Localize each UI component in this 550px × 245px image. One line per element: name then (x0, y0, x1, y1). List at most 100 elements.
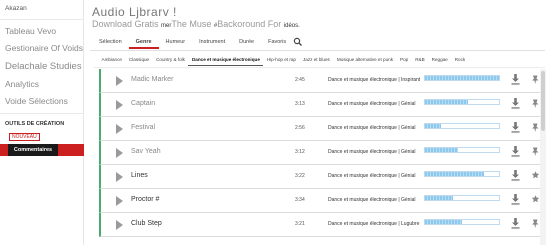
genre-ambiance[interactable]: Ambiance (98, 54, 125, 66)
page-title: Audio Ljbrarv ! (92, 5, 177, 19)
play-icon[interactable] (116, 100, 123, 110)
scrollbar-thumb[interactable] (541, 71, 545, 131)
sidebar-item-studio[interactable]: Delachale Studies (0, 57, 83, 76)
track-waveform[interactable] (424, 219, 500, 225)
track-genre: Dance et musique électronique | Génial (328, 101, 416, 107)
subtitle-part: Backoround For (217, 19, 284, 29)
track-progress (425, 220, 462, 224)
subtitle-part: The Muse (171, 19, 214, 29)
pin-icon[interactable] (531, 74, 540, 85)
scrollbar[interactable] (540, 69, 546, 245)
genre-country[interactable]: Country & folk (153, 54, 189, 66)
genre-rnb[interactable]: R&B (412, 54, 428, 66)
sidebar-item-dashboard[interactable]: Tableau Vevo (0, 23, 83, 40)
tabs-divider (90, 50, 545, 51)
track-name: Club Step (131, 220, 162, 227)
genre-filter-bar: Ambiance Classique Country & folk Dance … (98, 54, 469, 66)
channel-name[interactable]: Akazan (0, 2, 83, 16)
download-icon[interactable] (511, 146, 520, 157)
track-waveform[interactable] (424, 195, 500, 201)
track-row[interactable]: Festival 2:56 Dance et musique électroni… (99, 117, 545, 141)
download-icon[interactable] (511, 218, 520, 229)
genre-alternative[interactable]: Musique alternative et punk (333, 54, 396, 66)
main-tabs: Sélection Genre Humeur Instrument Durée … (92, 35, 303, 49)
track-waveform[interactable] (424, 123, 500, 129)
track-row[interactable]: Captain 3:13 Dance et musique électroniq… (99, 93, 545, 117)
track-row[interactable]: Proctor # 3:34 Dance et musique électron… (99, 189, 545, 213)
track-genre: Dance et musique électronique | Lugubre (328, 221, 420, 227)
genre-reggae[interactable]: Reggae (428, 54, 451, 66)
download-icon[interactable] (511, 170, 520, 181)
download-icon[interactable] (511, 74, 520, 85)
pin-icon[interactable] (531, 218, 540, 229)
genre-jazz[interactable]: Jazz et blues (300, 54, 334, 66)
track-row[interactable]: Sav Yeah 3:12 Dance et musique électroni… (99, 141, 545, 165)
track-name: Lines (131, 172, 148, 179)
track-duration: 3:12 (295, 149, 305, 155)
pin-icon[interactable] (531, 98, 540, 109)
tab-instrument[interactable]: Instrument (192, 35, 232, 49)
genre-dance[interactable]: Dance et musique électronique (188, 54, 264, 66)
sidebar: Akazan Tableau Vevo Gestionaire Of Voids… (0, 0, 84, 245)
track-waveform[interactable] (424, 75, 500, 81)
track-row[interactable]: Club Step 3:21 Dance et musique électron… (99, 213, 545, 237)
track-waveform[interactable] (424, 171, 500, 177)
track-progress (425, 76, 499, 80)
comments-button[interactable]: Commentaires (8, 144, 58, 156)
track-genre: Dance et musique électronique | Génial (328, 197, 416, 203)
track-waveform[interactable] (424, 99, 500, 105)
play-icon[interactable] (116, 172, 123, 182)
track-genre: Dance et musique électronique | Génial (328, 125, 416, 131)
genre-classique[interactable]: Classique (125, 54, 152, 66)
track-duration: 3:21 (295, 221, 305, 227)
track-progress (425, 172, 485, 176)
star-icon[interactable] (531, 194, 540, 205)
track-duration: 3:13 (295, 101, 305, 107)
star-icon[interactable] (531, 170, 540, 181)
genre-rock[interactable]: Rock (451, 54, 468, 66)
track-waveform[interactable] (424, 147, 500, 153)
track-genre: Dance et musique électronique | Inspiran… (328, 77, 421, 83)
page-subtitle: Download Gratis merThe Muse #Backoround … (92, 19, 300, 29)
track-list: Madic Marker 2:45 Dance et musique élect… (99, 69, 545, 237)
tab-favorites[interactable]: Favoris (261, 35, 293, 49)
genre-pop[interactable]: Pop (397, 54, 412, 66)
play-icon[interactable] (116, 76, 123, 86)
subtitle-part: mer (161, 23, 172, 29)
pin-icon[interactable] (531, 122, 540, 133)
track-progress (425, 196, 454, 200)
play-icon[interactable] (116, 148, 123, 158)
track-name: Madic Marker (131, 76, 174, 83)
tab-duration[interactable]: Durée (232, 35, 261, 49)
pin-icon[interactable] (531, 146, 540, 157)
search-icon[interactable] (293, 35, 303, 49)
track-progress (425, 148, 459, 152)
tab-mood[interactable]: Humeur (159, 35, 193, 49)
sidebar-divider (0, 19, 83, 20)
subtitle-part: Download Gratis (92, 19, 162, 29)
sidebar-item-analytics[interactable]: Analytics (0, 76, 83, 93)
track-progress (425, 124, 442, 128)
download-icon[interactable] (511, 122, 520, 133)
subtitle-part: idéos. (283, 23, 300, 29)
play-icon[interactable] (116, 196, 123, 206)
download-icon[interactable] (511, 98, 520, 109)
track-row[interactable]: Madic Marker 2:45 Dance et musique élect… (99, 69, 545, 93)
sidebar-item-video-manager[interactable]: Gestionaire Of Voids (0, 40, 83, 57)
track-name: Captain (131, 100, 156, 107)
sidebar-item-selections[interactable]: Voide Sélections (0, 93, 83, 110)
track-name: Proctor # (131, 196, 160, 203)
play-icon[interactable] (116, 124, 123, 134)
track-duration: 3:34 (295, 197, 305, 203)
play-icon[interactable] (116, 220, 123, 230)
track-genre: Dance et musique électronique | Génial (328, 173, 416, 179)
tab-genre[interactable]: Genre (128, 35, 159, 49)
download-icon[interactable] (511, 194, 520, 205)
sidebar-section-title[interactable]: OUTILS DE CRÉATION (0, 117, 83, 131)
genre-hiphop[interactable]: Hip-hop et rap (263, 54, 299, 66)
track-name: Festival (131, 124, 156, 131)
track-row[interactable]: Lines 3:22 Dance et musique électronique… (99, 165, 545, 189)
tab-selection[interactable]: Sélection (92, 35, 129, 49)
track-name: Sav Yeah (131, 148, 161, 155)
track-duration: 3:22 (295, 173, 305, 179)
